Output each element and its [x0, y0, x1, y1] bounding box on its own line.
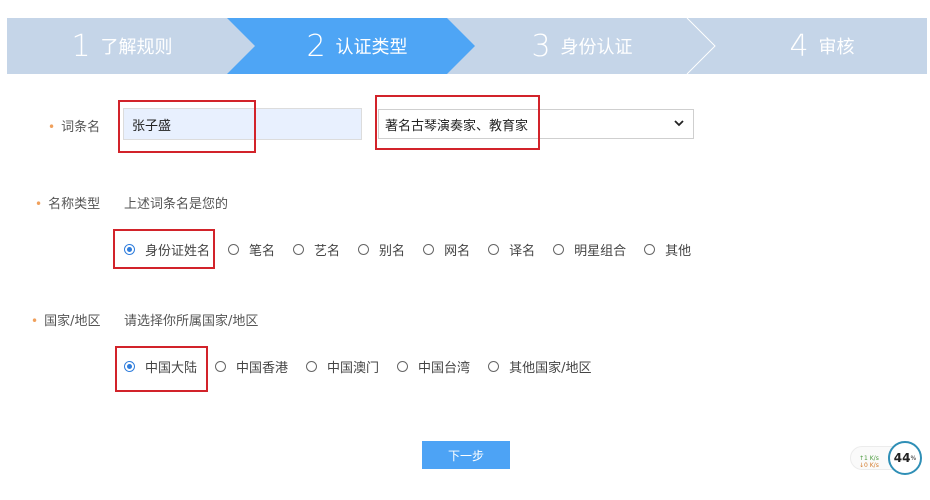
region-option-label: 中国香港 [236, 360, 289, 376]
next-step-button[interactable]: 下一步 [422, 441, 510, 469]
step-4-label: 审核 [818, 37, 855, 58]
radio-icon [358, 243, 370, 255]
region-option-hongkong[interactable]: 中国香港 [215, 357, 288, 376]
radio-icon [488, 360, 500, 372]
step-2-label: 认证类型 [335, 37, 408, 58]
radio-icon [293, 243, 305, 255]
name-type-option-label: 明星组合 [574, 243, 627, 259]
region-label-text: 国家/地区 [44, 314, 101, 329]
name-type-option-label: 笔名 [249, 243, 276, 259]
usage-percent-circle: 44% [888, 441, 922, 475]
name-type-option-label: 网名 [444, 243, 471, 259]
region-option-mainland[interactable]: 中国大陆 [124, 357, 197, 376]
name-type-option-online-name[interactable]: 网名 [423, 240, 470, 259]
progress-stepper: 1 了解规则 2 认证类型 3 身份认证 4 审核 [7, 18, 927, 74]
radio-icon [553, 243, 565, 255]
region-option-label: 中国台湾 [418, 360, 471, 376]
name-type-option-alias[interactable]: 别名 [358, 240, 405, 259]
name-type-option-id-name[interactable]: 身份证姓名 [124, 240, 210, 259]
upload-speed: ↑1 K/s [859, 455, 879, 462]
name-type-option-other[interactable]: 其他 [644, 240, 691, 259]
radio-icon [644, 243, 656, 255]
radio-icon [228, 243, 240, 255]
radio-icon [423, 243, 435, 255]
step-3-label: 身份认证 [560, 37, 633, 58]
region-option-label: 其他国家/地区 [509, 360, 592, 376]
radio-icon [215, 360, 227, 372]
radio-icon [124, 243, 135, 255]
step-3[interactable]: 3 身份认证 [477, 18, 687, 74]
radio-icon [488, 243, 500, 255]
step-3-number: 3 [531, 28, 551, 64]
step-2[interactable]: 2 认证类型 [252, 18, 462, 74]
name-type-hint: 上述词条名是您的 [124, 197, 229, 212]
region-option-label: 中国澳门 [327, 360, 380, 376]
usage-percent-value: 44 [893, 451, 911, 465]
download-speed: ↓0 K/s [859, 462, 879, 469]
entry-name-label-text: 词条名 [61, 120, 101, 135]
radio-icon [397, 360, 409, 372]
required-mark: • [48, 120, 56, 134]
region-option-other[interactable]: 其他国家/地区 [488, 357, 591, 376]
step-2-number: 2 [306, 28, 326, 64]
required-mark: • [31, 314, 39, 328]
name-type-option-label: 艺名 [314, 243, 341, 259]
name-type-option-label: 身份证姓名 [145, 243, 211, 259]
region-option-taiwan[interactable]: 中国台湾 [397, 357, 470, 376]
region-label: • 国家/地区 [31, 310, 100, 329]
name-type-option-translated-name[interactable]: 译名 [488, 240, 535, 259]
name-type-radio-group: 身份证姓名 笔名 艺名 别名 网名 译名 明星组合 其他 [124, 237, 709, 261]
radio-icon [124, 360, 135, 372]
radio-icon [306, 360, 318, 372]
entry-name-label: • 词条名 [48, 116, 100, 135]
network-speed-widget[interactable]: ↑1 K/s ↓0 K/s 44% [850, 441, 922, 475]
step-1-label: 了解规则 [100, 37, 173, 58]
step-1-number: 1 [71, 28, 91, 64]
name-type-option-label: 译名 [509, 243, 536, 259]
entry-description-select[interactable]: 著名古琴演奏家、教育家 [378, 109, 694, 139]
name-type-option-label: 别名 [379, 243, 406, 259]
chevron-down-icon [673, 117, 685, 132]
name-type-option-star-group[interactable]: 明星组合 [553, 240, 626, 259]
name-type-label-text: 名称类型 [48, 197, 101, 212]
required-mark: • [35, 197, 43, 211]
region-option-label: 中国大陆 [145, 360, 198, 376]
name-type-label: • 名称类型 [35, 193, 100, 212]
step-1[interactable]: 1 了解规则 [7, 18, 237, 74]
name-type-option-stage-name[interactable]: 艺名 [293, 240, 340, 259]
entry-name-input[interactable] [123, 108, 362, 140]
region-radio-group: 中国大陆 中国香港 中国澳门 中国台湾 其他国家/地区 [124, 354, 609, 378]
usage-percent-unit: % [910, 454, 917, 462]
step-4-number: 4 [789, 28, 809, 64]
entry-description-value: 著名古琴演奏家、教育家 [385, 118, 529, 134]
name-type-option-label: 其他 [665, 243, 692, 259]
region-option-macau[interactable]: 中国澳门 [306, 357, 379, 376]
name-type-option-pen-name[interactable]: 笔名 [228, 240, 275, 259]
step-4[interactable]: 4 审核 [717, 18, 927, 74]
region-hint: 请选择你所属国家/地区 [124, 314, 259, 329]
